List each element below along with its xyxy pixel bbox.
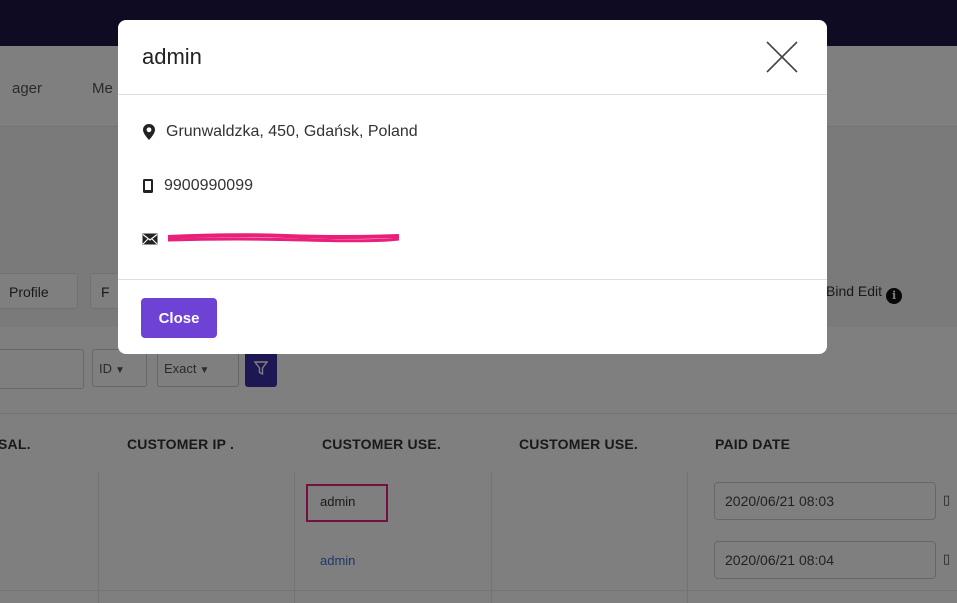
mobile-phone-icon [143,179,153,193]
modal-title: admin [142,44,202,69]
map-marker-icon [143,124,155,140]
close-icon[interactable] [765,40,799,74]
email-line [142,233,168,245]
address-line: Grunwaldzka, 450, Gdańsk, Poland [142,123,418,141]
address-text: Grunwaldzka, 450, Gdańsk, Poland [166,123,418,140]
modal-footer: Close [118,279,827,354]
modal-header: admin [118,20,827,95]
envelope-icon [142,233,158,245]
customer-info-modal: admin Grunwaldzka, 450, Gdańsk, Poland 9… [118,20,827,354]
phone-text: 9900990099 [164,177,253,194]
app-window: ager Me Profile F Bind Editi ID▼ Exact▼ … [0,0,957,603]
phone-line: 9900990099 [142,177,253,195]
redaction-mark [167,233,400,243]
close-button[interactable]: Close [141,298,217,338]
